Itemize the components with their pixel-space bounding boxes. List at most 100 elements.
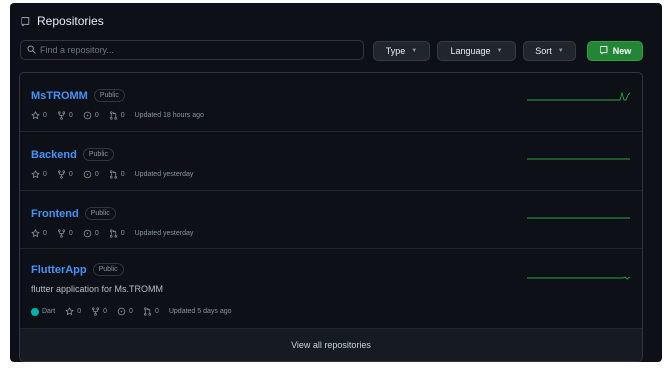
updated-time: Updated 5 days ago <box>168 308 232 315</box>
visibility-badge: Public <box>84 207 116 220</box>
fork-icon <box>57 111 65 120</box>
page-title: Repositories <box>37 14 104 28</box>
pulls-value: 0 <box>120 230 125 237</box>
issues-count[interactable]: 0 <box>83 229 99 238</box>
repo-name-link[interactable]: Frontend <box>31 208 79 220</box>
stars-count[interactable]: 0 <box>65 307 81 316</box>
language-tag: Dart <box>31 307 56 316</box>
stars-value: 0 <box>43 230 47 237</box>
visibility-badge: Public <box>92 263 124 276</box>
chevron-down-icon: ▼ <box>411 48 418 54</box>
repo-meta: 0 0 0 0 Updated yesterday <box>31 170 193 179</box>
repo-name-link[interactable]: FlutterApp <box>31 264 87 276</box>
forks-value: 0 <box>68 171 73 178</box>
search-icon <box>27 41 36 59</box>
issues-value: 0 <box>129 308 133 315</box>
fork-icon <box>92 307 100 316</box>
search-box[interactable] <box>20 40 364 60</box>
issue-icon <box>83 229 92 238</box>
star-icon <box>31 111 40 119</box>
repo-icon <box>599 45 609 57</box>
repositories-heading: Repositories <box>20 14 104 28</box>
activity-sparkline <box>527 276 631 280</box>
issue-icon <box>83 170 92 179</box>
type-filter-label: Type <box>385 46 406 56</box>
language-filter-button[interactable]: Language ▼ <box>437 41 516 61</box>
pulls-value: 0 <box>120 112 125 119</box>
type-filter-button[interactable]: Type ▼ <box>373 41 430 61</box>
activity-sparkline <box>527 217 630 219</box>
sort-button[interactable]: Sort ▼ <box>523 41 576 61</box>
issues-value: 0 <box>94 171 99 178</box>
star-icon <box>31 170 40 178</box>
visibility-badge: Public <box>93 89 125 102</box>
pulls-count[interactable]: 0 <box>143 307 159 316</box>
repository-row: Backend Public 0 0 0 0 Updated yesterday <box>20 132 642 191</box>
forks-count[interactable]: 0 <box>57 111 73 120</box>
stars-count[interactable]: 0 <box>31 111 47 120</box>
new-repository-button[interactable]: New <box>587 41 643 61</box>
issues-count[interactable]: 0 <box>83 170 99 179</box>
pulls-value: 0 <box>154 308 159 315</box>
issues-value: 0 <box>94 230 99 237</box>
pull-request-icon <box>109 229 117 238</box>
issues-count[interactable]: 0 <box>83 111 99 120</box>
repository-list: MsTROMM Public 0 0 0 0 Updated 18 hours … <box>19 72 643 362</box>
fork-icon <box>57 170 65 179</box>
pulls-count[interactable]: 0 <box>109 229 125 238</box>
pull-request-icon <box>109 111 117 120</box>
issue-icon <box>117 307 126 316</box>
repo-icon <box>20 16 31 27</box>
stars-value: 0 <box>43 112 47 119</box>
activity-sparkline <box>527 91 631 101</box>
sort-label: Sort <box>535 46 552 56</box>
issues-value: 0 <box>94 112 99 119</box>
pull-request-icon <box>109 170 117 179</box>
repo-meta: 0 0 0 0 Updated 18 hours ago <box>31 111 204 120</box>
stars-value: 0 <box>77 308 82 315</box>
pulls-count[interactable]: 0 <box>109 170 125 179</box>
forks-count[interactable]: 0 <box>57 170 73 179</box>
repo-title: FlutterApp Public <box>31 263 124 276</box>
repo-title: Backend Public <box>31 148 114 161</box>
view-all-label: View all repositories <box>291 340 371 350</box>
language-name: Dart <box>42 308 56 315</box>
repo-title: Frontend Public <box>31 207 116 220</box>
chevron-down-icon: ▼ <box>496 48 503 54</box>
visibility-badge: Public <box>82 148 114 161</box>
repo-meta: Dart 0 0 0 0 Updated 5 days ago <box>31 307 232 316</box>
repository-row: FlutterApp Public flutter application fo… <box>20 249 642 329</box>
search-input[interactable] <box>40 45 340 55</box>
activity-sparkline <box>527 158 630 160</box>
stars-count[interactable]: 0 <box>31 170 47 179</box>
issue-icon <box>83 111 92 120</box>
repo-title: MsTROMM Public <box>31 89 125 102</box>
forks-count[interactable]: 0 <box>57 229 73 238</box>
new-button-label: New <box>612 46 632 56</box>
issues-count[interactable]: 0 <box>117 307 133 316</box>
repo-meta: 0 0 0 0 Updated yesterday <box>31 229 193 238</box>
stars-count[interactable]: 0 <box>31 229 47 238</box>
forks-value: 0 <box>103 308 108 315</box>
updated-time: Updated yesterday <box>134 171 194 178</box>
page-background: Repositories Type ▼ Language ▼ Sort ▼ Ne… <box>0 0 670 369</box>
repository-row: Frontend Public 0 0 0 0 Updated yesterda… <box>20 191 642 249</box>
pull-request-icon <box>143 307 151 316</box>
fork-icon <box>57 229 65 238</box>
forks-value: 0 <box>68 230 73 237</box>
repo-name-link[interactable]: MsTROMM <box>31 90 88 102</box>
language-color-dot <box>31 307 39 316</box>
star-icon <box>31 229 40 237</box>
repositories-panel: Repositories Type ▼ Language ▼ Sort ▼ Ne… <box>10 3 662 362</box>
repository-row: MsTROMM Public 0 0 0 0 Updated 18 hours … <box>20 73 642 132</box>
star-icon <box>65 307 74 315</box>
stars-value: 0 <box>43 171 47 178</box>
repo-name-link[interactable]: Backend <box>31 149 77 161</box>
view-all-repositories-link[interactable]: View all repositories <box>20 329 642 361</box>
pulls-count[interactable]: 0 <box>109 111 125 120</box>
updated-time: Updated yesterday <box>134 230 194 237</box>
repo-description: flutter application for Ms.TROMM <box>31 284 164 294</box>
updated-time: Updated 18 hours ago <box>134 112 204 119</box>
language-filter-label: Language <box>450 46 491 56</box>
forks-count[interactable]: 0 <box>91 307 107 316</box>
